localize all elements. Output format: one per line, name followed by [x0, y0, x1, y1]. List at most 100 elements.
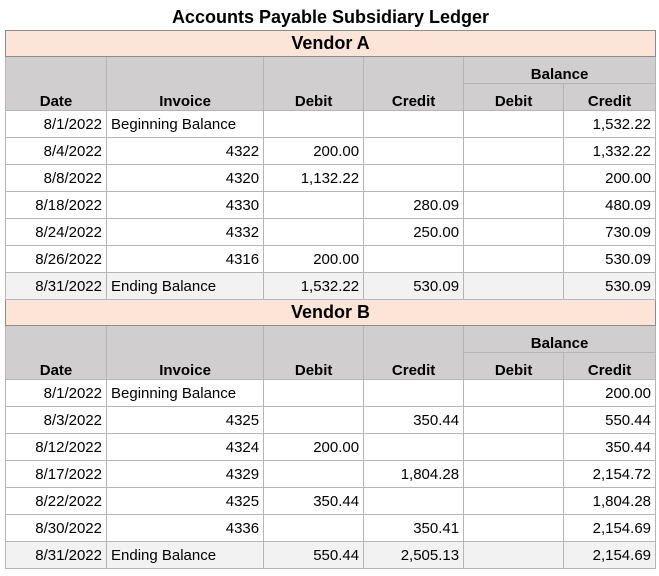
cell-balance-credit[interactable]: 530.09 [563, 272, 656, 300]
cell-invoice[interactable]: 4325 [105, 406, 265, 434]
cell-credit[interactable] [363, 245, 465, 273]
cell-balance-debit[interactable] [463, 218, 565, 246]
cell-balance-credit[interactable]: 1,532.22 [563, 110, 656, 138]
cell-balance-debit[interactable] [463, 191, 565, 219]
header-invoice[interactable]: Invoice [105, 325, 265, 380]
cell-credit[interactable] [363, 164, 465, 192]
cell-credit[interactable]: 280.09 [363, 191, 465, 219]
cell-balance-credit[interactable]: 2,154.69 [563, 541, 656, 569]
cell-debit[interactable] [263, 379, 365, 407]
header-date[interactable]: Date [5, 325, 107, 380]
cell-date[interactable]: 8/24/2022 [5, 218, 107, 246]
cell-date[interactable]: 8/8/2022 [5, 164, 107, 192]
cell-credit[interactable] [363, 137, 465, 165]
cell-balance-debit[interactable] [463, 406, 565, 434]
cell-invoice[interactable]: 4330 [105, 191, 265, 219]
cell-debit[interactable]: 200.00 [263, 137, 365, 165]
cell-date[interactable]: 8/17/2022 [5, 460, 107, 488]
header-credit[interactable]: Credit [363, 325, 465, 380]
cell-debit[interactable] [263, 460, 365, 488]
cell-balance-credit[interactable]: 200.00 [563, 164, 656, 192]
cell-invoice[interactable]: 4329 [105, 460, 265, 488]
cell-balance-debit[interactable] [463, 272, 565, 300]
cell-date[interactable]: 8/4/2022 [5, 137, 107, 165]
header-balance-debit[interactable]: Debit [463, 352, 565, 380]
header-debit[interactable]: Debit [263, 56, 365, 111]
cell-debit[interactable] [263, 218, 365, 246]
cell-invoice[interactable]: Beginning Balance [105, 379, 265, 407]
cell-date[interactable]: 8/12/2022 [5, 433, 107, 461]
cell-invoice[interactable]: Ending Balance [105, 272, 265, 300]
cell-balance-credit[interactable]: 1,332.22 [563, 137, 656, 165]
cell-date[interactable]: 8/1/2022 [5, 379, 107, 407]
cell-date[interactable]: 8/18/2022 [5, 191, 107, 219]
cell-date[interactable]: 8/30/2022 [5, 514, 107, 542]
cell-balance-debit[interactable] [463, 541, 565, 569]
cell-date[interactable]: 8/1/2022 [5, 110, 107, 138]
cell-invoice[interactable]: 4322 [105, 137, 265, 165]
cell-invoice[interactable]: 4332 [105, 218, 265, 246]
cell-debit[interactable]: 350.44 [263, 487, 365, 515]
cell-debit[interactable] [263, 191, 365, 219]
header-balance-debit[interactable]: Debit [463, 83, 565, 111]
cell-balance-credit[interactable]: 2,154.72 [563, 460, 656, 488]
cell-credit[interactable] [363, 433, 465, 461]
cell-date[interactable]: 8/31/2022 [5, 272, 107, 300]
cell-invoice[interactable]: 4316 [105, 245, 265, 273]
cell-balance-credit[interactable]: 480.09 [563, 191, 656, 219]
cell-balance-debit[interactable] [463, 110, 565, 138]
cell-balance-debit[interactable] [463, 487, 565, 515]
cell-balance-debit[interactable] [463, 460, 565, 488]
cell-balance-credit[interactable]: 730.09 [563, 218, 656, 246]
header-debit[interactable]: Debit [263, 325, 365, 380]
header-invoice[interactable]: Invoice [105, 56, 265, 111]
vendor-name[interactable]: Vendor A [5, 30, 656, 57]
cell-debit[interactable]: 200.00 [263, 433, 365, 461]
cell-debit[interactable]: 200.00 [263, 245, 365, 273]
cell-balance-debit[interactable] [463, 379, 565, 407]
cell-balance-credit[interactable]: 2,154.69 [563, 514, 656, 542]
cell-debit[interactable]: 550.44 [263, 541, 365, 569]
cell-credit[interactable]: 250.00 [363, 218, 465, 246]
header-credit[interactable]: Credit [363, 56, 465, 111]
cell-credit[interactable] [363, 110, 465, 138]
cell-balance-credit[interactable]: 550.44 [563, 406, 656, 434]
cell-balance-debit[interactable] [463, 514, 565, 542]
cell-debit[interactable]: 1,132.22 [263, 164, 365, 192]
cell-credit[interactable]: 2,505.13 [363, 541, 465, 569]
cell-balance-debit[interactable] [463, 137, 565, 165]
cell-balance-credit[interactable]: 200.00 [563, 379, 656, 407]
cell-balance-debit[interactable] [463, 164, 565, 192]
cell-credit[interactable] [363, 379, 465, 407]
cell-balance-debit[interactable] [463, 433, 565, 461]
cell-invoice[interactable]: 4336 [105, 514, 265, 542]
header-balance-credit[interactable]: Credit [563, 83, 656, 111]
cell-invoice[interactable]: Beginning Balance [105, 110, 265, 138]
header-balance-credit[interactable]: Credit [563, 352, 656, 380]
cell-balance-credit[interactable]: 530.09 [563, 245, 656, 273]
cell-invoice[interactable]: Ending Balance [105, 541, 265, 569]
header-balance[interactable]: Balance [463, 325, 656, 353]
cell-balance-debit[interactable] [463, 245, 565, 273]
cell-invoice[interactable]: 4325 [105, 487, 265, 515]
cell-debit[interactable] [263, 514, 365, 542]
ledger-title[interactable]: Accounts Payable Subsidiary Ledger [6, 4, 656, 31]
cell-date[interactable]: 8/22/2022 [5, 487, 107, 515]
cell-credit[interactable]: 530.09 [363, 272, 465, 300]
cell-debit[interactable] [263, 406, 365, 434]
cell-date[interactable]: 8/3/2022 [5, 406, 107, 434]
cell-invoice[interactable]: 4324 [105, 433, 265, 461]
cell-credit[interactable]: 1,804.28 [363, 460, 465, 488]
cell-credit[interactable]: 350.41 [363, 514, 465, 542]
cell-date[interactable]: 8/26/2022 [5, 245, 107, 273]
cell-balance-credit[interactable]: 1,804.28 [563, 487, 656, 515]
cell-debit[interactable] [263, 110, 365, 138]
cell-balance-credit[interactable]: 350.44 [563, 433, 656, 461]
header-balance[interactable]: Balance [463, 56, 656, 84]
header-date[interactable]: Date [5, 56, 107, 111]
cell-date[interactable]: 8/31/2022 [5, 541, 107, 569]
cell-invoice[interactable]: 4320 [105, 164, 265, 192]
cell-credit[interactable]: 350.44 [363, 406, 465, 434]
cell-credit[interactable] [363, 487, 465, 515]
vendor-name[interactable]: Vendor B [5, 299, 656, 326]
